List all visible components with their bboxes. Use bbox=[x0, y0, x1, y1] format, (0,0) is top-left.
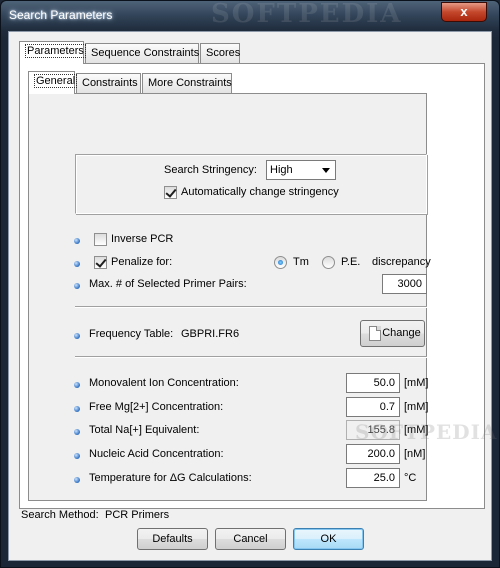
frequency-table-value: GBPRI.FR6 bbox=[181, 328, 240, 340]
tab-general[interactable]: General bbox=[28, 71, 78, 94]
window-title: Search Parameters bbox=[9, 8, 113, 22]
inner-tab-strip: General Constraints More Constraints bbox=[28, 71, 328, 94]
change-button[interactable]: Change bbox=[360, 320, 425, 347]
bullet-icon bbox=[74, 406, 80, 412]
general-panel: Search Stringency: High Automatically ch… bbox=[28, 93, 496, 501]
stringency-group: Search Stringency: High Automatically ch… bbox=[75, 154, 427, 214]
temperature-input[interactable]: 25.0 bbox=[346, 468, 400, 488]
bullet-icon bbox=[74, 429, 80, 435]
defaults-button[interactable]: Defaults bbox=[137, 528, 208, 550]
radio-pe[interactable] bbox=[322, 256, 335, 269]
separator bbox=[75, 356, 427, 358]
watermark: SOFTPEDIA bbox=[211, 0, 403, 29]
cancel-button[interactable]: Cancel bbox=[215, 528, 286, 550]
search-method-label: Search Method: bbox=[21, 509, 99, 521]
monovalent-ion-input[interactable]: 50.0 bbox=[346, 373, 400, 393]
bullet-icon bbox=[74, 238, 80, 244]
temperature-label: Temperature for ΔG Calculations: bbox=[89, 472, 252, 484]
nucleic-acid-input[interactable]: 200.0 bbox=[346, 444, 400, 464]
bullet-icon bbox=[74, 333, 80, 339]
separator bbox=[75, 306, 427, 308]
auto-stringency-checkbox[interactable] bbox=[164, 186, 177, 199]
watermark: SOFTPEDIA bbox=[355, 420, 498, 444]
total-na-label: Total Na[+] Equivalent: bbox=[89, 424, 200, 436]
stringency-label: Search Stringency: bbox=[164, 164, 257, 176]
monovalent-ion-unit: [mM] bbox=[404, 377, 429, 389]
max-pairs-input[interactable]: 3000 bbox=[382, 274, 427, 294]
bullet-icon bbox=[74, 453, 80, 459]
frequency-table-label: Frequency Table: bbox=[89, 328, 174, 340]
parameters-panel: General Constraints More Constraints Sea… bbox=[19, 63, 496, 509]
radio-pe-label: P.E. bbox=[341, 256, 361, 268]
bullet-icon bbox=[74, 283, 80, 289]
free-mg-unit: [mM] bbox=[404, 401, 429, 413]
tab-sequence-constraints[interactable]: Sequence Constraints bbox=[85, 43, 199, 63]
inverse-pcr-checkbox[interactable] bbox=[94, 233, 107, 246]
tab-constraints[interactable]: Constraints bbox=[76, 73, 141, 93]
dialog-window: Search Parameters SOFTPEDIA x Parameters… bbox=[0, 0, 500, 568]
chevron-down-icon bbox=[322, 168, 330, 173]
discrepancy-label: discrepancy bbox=[372, 256, 431, 268]
auto-stringency-label: Automatically change stringency bbox=[181, 186, 339, 198]
change-button-label: Change bbox=[382, 327, 421, 339]
title-bar[interactable]: Search Parameters SOFTPEDIA x bbox=[1, 0, 499, 31]
bullet-icon bbox=[74, 477, 80, 483]
document-icon bbox=[369, 326, 381, 341]
radio-tm[interactable] bbox=[274, 256, 287, 269]
stringency-selected-value: High bbox=[270, 164, 293, 176]
free-mg-input[interactable]: 0.7 bbox=[346, 397, 400, 417]
bullet-icon bbox=[74, 261, 80, 267]
nucleic-acid-unit: [nM] bbox=[404, 448, 426, 460]
nucleic-acid-label: Nucleic Acid Concentration: bbox=[89, 448, 224, 460]
penalize-checkbox[interactable] bbox=[94, 256, 107, 269]
outer-tab-strip: Parameters Sequence Constraints Scores bbox=[19, 41, 319, 64]
free-mg-label: Free Mg[2+] Concentration: bbox=[89, 401, 224, 413]
tab-parameters[interactable]: Parameters bbox=[19, 41, 86, 64]
bullet-icon bbox=[74, 382, 80, 388]
radio-tm-label: Tm bbox=[293, 256, 309, 268]
monovalent-ion-label: Monovalent Ion Concentration: bbox=[89, 377, 239, 389]
tab-scores[interactable]: Scores bbox=[200, 43, 240, 63]
tab-more-constraints[interactable]: More Constraints bbox=[142, 73, 232, 93]
inverse-pcr-label: Inverse PCR bbox=[111, 233, 174, 245]
temperature-unit: °C bbox=[404, 472, 417, 484]
close-button[interactable]: x bbox=[441, 2, 487, 22]
max-pairs-label: Max. # of Selected Primer Pairs: bbox=[89, 278, 247, 290]
dialog-client-area: Parameters Sequence Constraints Scores G… bbox=[8, 31, 496, 561]
penalize-label: Penalize for: bbox=[111, 256, 173, 268]
stringency-select[interactable]: High bbox=[266, 160, 336, 180]
search-method-value: PCR Primers bbox=[105, 509, 170, 521]
ok-button[interactable]: OK bbox=[293, 528, 364, 550]
